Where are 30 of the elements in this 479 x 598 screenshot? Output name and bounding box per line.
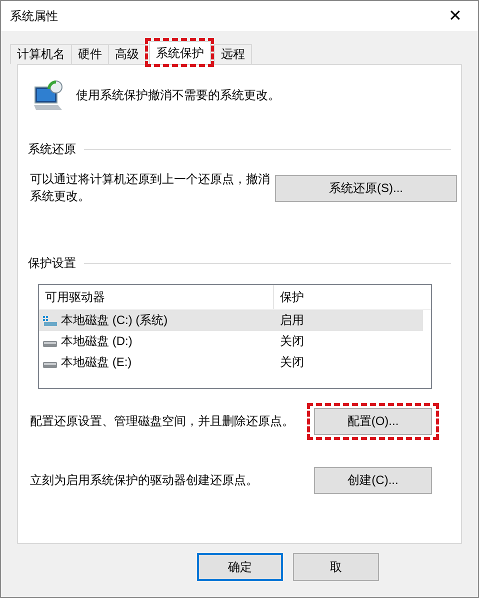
system-drive-icon xyxy=(43,316,57,326)
dialog-button[interactable]: 取 xyxy=(293,553,379,581)
drive-name: 本地磁盘 (C:) (系统) xyxy=(61,312,168,329)
drive-row[interactable]: 本地磁盘 (D:) 关闭 xyxy=(39,331,423,352)
drive-row[interactable]: 本地磁盘 (E:) 关闭 xyxy=(39,352,423,373)
dialog-button[interactable]: 确定 xyxy=(197,553,283,581)
section-heading: 系统还原 xyxy=(28,141,76,158)
computer-icon xyxy=(32,79,64,111)
restore-description: 可以通过将计算机还原到上一个还原点，撤消系统更改。 xyxy=(30,171,270,205)
create-button[interactable]: 创建(C)... xyxy=(314,467,432,494)
protection-status: 关闭 xyxy=(279,333,304,350)
drive-name: 本地磁盘 (D:) xyxy=(61,333,132,350)
configure-description: 配置还原设置、管理磁盘空间，并且删除还原点。 xyxy=(30,413,294,430)
tab[interactable]: 计算机名 xyxy=(10,44,72,64)
tab[interactable]: 系统保护 xyxy=(149,41,211,64)
column-header[interactable]: 可用驱动器 xyxy=(39,285,274,309)
protection-status: 关闭 xyxy=(279,354,304,371)
create-description: 立刻为启用系统保护的驱动器创建还原点。 xyxy=(30,472,258,489)
column-header[interactable]: 保护 xyxy=(274,288,304,306)
intro-text: 使用系统保护撤消不需要的系统更改。 xyxy=(76,86,280,104)
section-heading: 保护设置 xyxy=(28,255,76,272)
tab[interactable]: 远程 xyxy=(214,44,252,64)
window-title: 系统属性 xyxy=(10,8,58,24)
tab[interactable]: 高级 xyxy=(108,44,146,64)
configure-button[interactable]: 配置(O)... xyxy=(314,408,432,435)
protection-status: 启用 xyxy=(279,312,304,329)
close-button[interactable]: ✕ xyxy=(432,1,478,31)
drive-row[interactable]: 本地磁盘 (C:) (系统) 启用 xyxy=(39,310,423,331)
drive-name: 本地磁盘 (E:) xyxy=(61,354,132,371)
system-restore-button[interactable]: 系统还原(S)... xyxy=(275,174,457,202)
